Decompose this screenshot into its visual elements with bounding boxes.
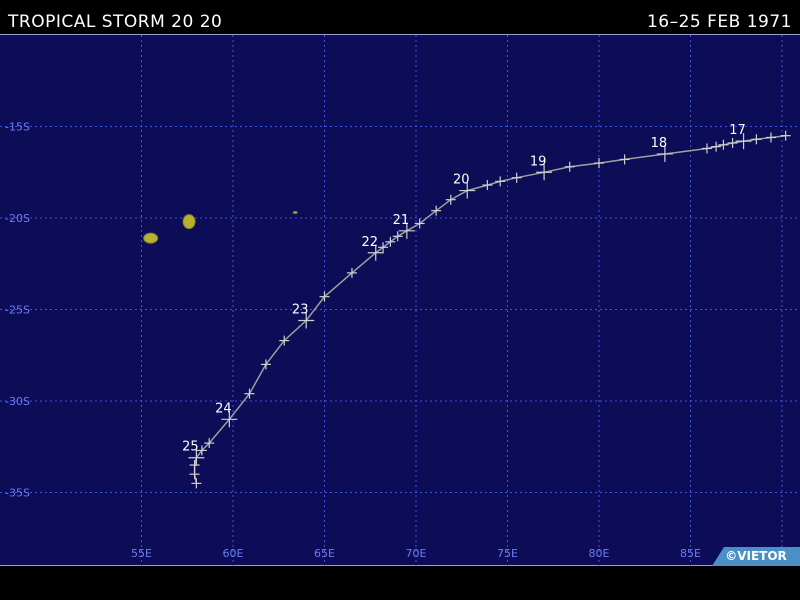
track-point — [701, 143, 712, 154]
lat-label: -15S — [5, 121, 30, 134]
day-label: 23 — [292, 302, 309, 317]
track-point — [766, 132, 777, 143]
track-point — [594, 158, 604, 169]
day-label: 17 — [729, 123, 746, 138]
track-point — [711, 141, 722, 152]
lat-label: -30S — [5, 395, 30, 408]
day-label: 18 — [651, 136, 668, 151]
map-panel[interactable]: 17 18 19 20 21 22 23 24 25 55E 60E 65E 70E 75E 80E 85E… — [0, 34, 800, 567]
island-rodrigues — [292, 211, 298, 215]
header-bar: TROPICAL STORM 20 20 16–25 FEB 1971 — [0, 0, 800, 34]
day-labels: 17 18 19 20 21 22 23 24 25 — [182, 123, 746, 455]
track-point — [189, 460, 200, 471]
track-point — [482, 180, 493, 191]
day-label: 20 — [453, 173, 470, 188]
day-label: 19 — [530, 154, 547, 169]
track-point — [511, 172, 522, 183]
island-mauritius — [182, 214, 196, 230]
lat-label: -20S — [5, 212, 30, 225]
lon-label: 70E — [406, 547, 427, 560]
lon-label: 55E — [131, 547, 152, 560]
lat-label: -25S — [5, 304, 30, 317]
track-map[interactable]: 17 18 19 20 21 22 23 24 25 55E 60E 65E 70E 75E 80E 85E… — [0, 35, 800, 567]
lat-lon-grid — [0, 35, 800, 567]
date-range: 16–25 FEB 1971 — [646, 12, 792, 32]
land-layer — [143, 211, 298, 244]
day-label: 21 — [393, 213, 410, 228]
day-label: 22 — [361, 235, 378, 250]
track-point — [191, 478, 202, 489]
lon-label: 75E — [497, 547, 518, 560]
track-point — [619, 154, 630, 165]
lon-label: 85E — [680, 547, 701, 560]
lon-label: 60E — [223, 547, 244, 560]
footer-bar — [0, 566, 800, 600]
storm-title: TROPICAL STORM 20 20 — [8, 12, 223, 32]
lat-label: -35S — [5, 487, 30, 500]
axis-labels: 55E60E65E70E75E80E85E90E95E-15S-20S-25S-… — [5, 121, 792, 561]
lon-label: 65E — [314, 547, 335, 560]
track-point — [727, 137, 738, 148]
track-point — [189, 469, 200, 480]
lon-label: 80E — [589, 547, 610, 560]
track-point — [564, 161, 575, 172]
track-point — [780, 130, 791, 141]
track-point — [718, 139, 729, 150]
day-label: 24 — [215, 401, 232, 416]
island-reunion — [143, 232, 159, 244]
credit-badge: ©VIETOR — [712, 547, 800, 566]
day-label: 25 — [182, 440, 199, 455]
track-point — [495, 176, 506, 187]
track-point — [751, 134, 762, 145]
